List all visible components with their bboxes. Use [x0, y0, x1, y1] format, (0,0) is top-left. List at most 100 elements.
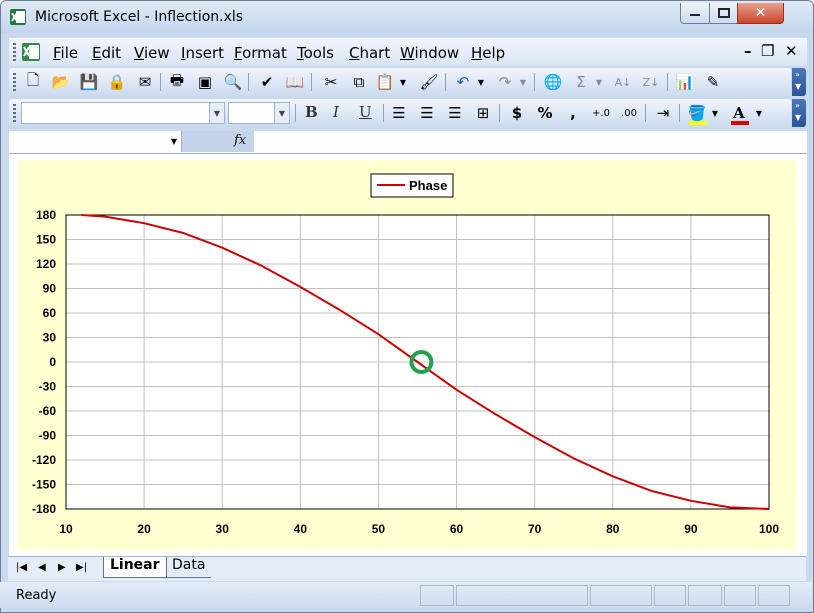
y-tick-label: 30: [43, 331, 57, 345]
minimize-button[interactable]: [680, 3, 710, 24]
research-icon[interactable]: 📖: [285, 72, 305, 92]
open-icon[interactable]: 📂: [51, 72, 71, 92]
font-color-dropdown-icon[interactable]: ▼: [753, 103, 765, 123]
permission-icon[interactable]: 🔒: [107, 72, 127, 92]
chevron-down-icon[interactable]: ▼: [166, 131, 182, 152]
toolbar-options-button[interactable]: » ▼: [792, 68, 806, 96]
font-name-combo[interactable]: ▼: [21, 102, 225, 124]
tab-data[interactable]: Data: [166, 557, 212, 578]
fill-color-icon[interactable]: 🪣: [687, 103, 707, 123]
x-tick-label: 100: [759, 522, 779, 536]
paste-icon[interactable]: 📋: [375, 72, 395, 92]
next-sheet-icon[interactable]: ▶: [58, 562, 66, 573]
toolbar-grip[interactable]: [13, 73, 16, 91]
underline-icon[interactable]: U: [359, 103, 372, 121]
spelling-icon[interactable]: ✔: [257, 72, 277, 92]
menu-window[interactable]: Window: [400, 44, 459, 62]
standard-toolbar: 🗋 📂 💾 🔒 ✉ 🖶 ▣ 🔍 ✔ 📖 ✂ ⧉ 📋 ▼ 🖌 ↶ ▼ ↷ ▼ 🌐 …: [9, 68, 791, 96]
currency-icon[interactable]: $: [507, 103, 527, 123]
toolbar-grip[interactable]: [13, 104, 16, 122]
toolbar-options-button[interactable]: » ▼: [792, 99, 806, 127]
name-box[interactable]: ▼: [9, 131, 182, 152]
sort-descending-icon[interactable]: Z↓: [641, 72, 661, 92]
undo-dropdown-icon[interactable]: ▼: [475, 72, 487, 92]
percent-icon[interactable]: %: [535, 103, 555, 123]
doc-restore-icon[interactable]: ❐: [761, 42, 774, 60]
y-tick-label: -90: [39, 429, 57, 443]
sort-ascending-icon[interactable]: A↓: [613, 72, 633, 92]
decrease-decimal-icon[interactable]: .00: [619, 103, 639, 123]
merge-center-icon[interactable]: ⊞: [473, 103, 493, 123]
minimize-icon: [690, 14, 700, 16]
chevron-down-icon[interactable]: ▼: [274, 103, 289, 123]
italic-icon[interactable]: I: [333, 103, 339, 121]
comma-style-icon[interactable]: ,: [563, 103, 583, 123]
menu-view[interactable]: View: [134, 44, 170, 62]
print-icon[interactable]: 🖶: [167, 71, 187, 92]
legend-label: Phase: [409, 178, 447, 193]
maximize-button[interactable]: [709, 3, 738, 24]
menu-help[interactable]: Help: [471, 44, 505, 62]
first-sheet-icon[interactable]: |◀: [16, 562, 27, 573]
excel-icon: [10, 9, 26, 25]
x-tick-label: 60: [450, 522, 464, 536]
tab-linear[interactable]: Linear: [103, 557, 167, 578]
pdf-icon[interactable]: ▣: [195, 72, 215, 92]
redo-dropdown-icon[interactable]: ▼: [517, 72, 529, 92]
menu-format[interactable]: Format: [234, 44, 287, 62]
font-color-swatch: [731, 121, 749, 125]
chevron-down-icon[interactable]: ▼: [209, 103, 224, 123]
doc-minimize-icon[interactable]: –: [744, 42, 752, 60]
insert-function-icon[interactable]: fx: [234, 133, 246, 148]
chart-area[interactable]: 180 150 120 90 60 30 0 -30 -60 -90 -120 -150 -180 10…: [18, 160, 796, 550]
formatting-toolbar: ▼ ▼ B I U ☰ ☰ ☰ ⊞ $ % , +.0 .00 ⇥ 🪣 ▼ A …: [9, 99, 791, 127]
doc-close-icon[interactable]: ✕: [785, 42, 798, 60]
increase-decimal-icon[interactable]: +.0: [591, 103, 611, 123]
font-size-combo[interactable]: ▼: [228, 102, 290, 124]
y-tick-label: 150: [36, 233, 56, 247]
align-center-icon[interactable]: ☰: [417, 103, 437, 123]
close-button[interactable]: ✕: [737, 3, 784, 24]
format-painter-icon[interactable]: 🖌: [419, 72, 439, 92]
menu-edit[interactable]: Edit: [92, 44, 121, 62]
align-left-icon[interactable]: ☰: [389, 103, 409, 123]
redo-icon[interactable]: ↷: [495, 72, 515, 92]
undo-icon[interactable]: ↶: [453, 72, 473, 92]
fill-dropdown-icon[interactable]: ▼: [709, 103, 721, 123]
print-preview-icon[interactable]: 🔍: [223, 72, 243, 92]
save-icon[interactable]: 💾: [79, 72, 99, 92]
close-icon: ✕: [754, 5, 767, 21]
autosum-icon[interactable]: Σ: [571, 72, 591, 92]
align-right-icon[interactable]: ☰: [445, 103, 465, 123]
phase-chart[interactable]: 180 150 120 90 60 30 0 -30 -60 -90 -120 -150 -180 10…: [18, 160, 796, 550]
workbook-icon[interactable]: [21, 42, 41, 62]
menu-chart[interactable]: Chart: [349, 44, 390, 62]
fill-color-swatch: [689, 121, 707, 125]
last-sheet-icon[interactable]: ▶|: [76, 562, 87, 573]
copy-icon[interactable]: ⧉: [349, 72, 369, 92]
cut-icon[interactable]: ✂: [321, 72, 341, 92]
menu-file[interactable]: File: [53, 44, 78, 62]
menu-grip[interactable]: [13, 43, 16, 61]
menu-insert[interactable]: Insert: [181, 44, 224, 62]
x-tick-label: 20: [137, 522, 151, 536]
x-tick-label: 10: [59, 522, 73, 536]
menu-tools[interactable]: Tools: [297, 44, 334, 62]
paste-dropdown-icon[interactable]: ▼: [397, 72, 409, 92]
new-icon[interactable]: 🗋: [23, 71, 43, 92]
status-text: Ready: [16, 588, 57, 603]
x-tick-label: 50: [372, 522, 386, 536]
x-tick-label: 90: [684, 522, 698, 536]
chart-wizard-icon[interactable]: 📊: [675, 72, 695, 92]
prev-sheet-icon[interactable]: ◀: [38, 562, 46, 573]
title-bar: Microsoft Excel - Inflection.xls ✕: [1, 1, 813, 33]
legend[interactable]: Phase: [370, 173, 454, 198]
bold-icon[interactable]: B: [305, 103, 318, 121]
autosum-dropdown-icon[interactable]: ▼: [593, 72, 605, 92]
indent-icon[interactable]: ⇥: [653, 103, 673, 123]
drawing-icon[interactable]: ✎: [703, 72, 723, 92]
font-color-icon[interactable]: A: [729, 103, 749, 123]
hyperlink-icon[interactable]: 🌐: [543, 72, 563, 92]
y-tick-label: -180: [32, 502, 56, 516]
email-icon[interactable]: ✉: [135, 72, 155, 92]
